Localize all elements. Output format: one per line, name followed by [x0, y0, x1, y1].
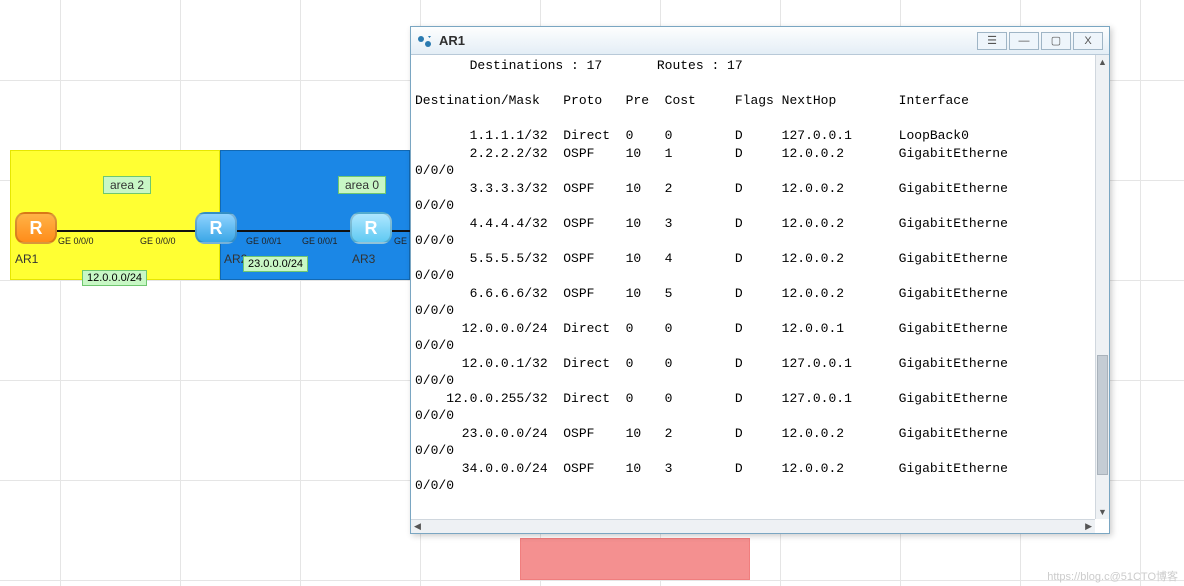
router-ar3[interactable]: R [350, 212, 392, 244]
port-ar2-right: GE 0/0/1 [246, 236, 282, 246]
area-2-label: area 2 [103, 176, 151, 194]
router-glyph: R [210, 218, 223, 239]
link-ar2-ar3 [230, 230, 360, 232]
terminal-output[interactable]: Destinations : 17 Routes : 17 Destinatio… [411, 55, 1095, 519]
port-ar1-right: GE 0/0/0 [58, 236, 94, 246]
area-0-label: area 0 [338, 176, 386, 194]
vertical-scrollbar[interactable]: ▲ ▼ [1095, 55, 1109, 519]
titlebar[interactable]: AR1 ☰ — ▢ X [411, 27, 1109, 55]
network-topology: area 2 area 0 R R R AR1 AR2 AR3 GE 0/0/0… [0, 150, 410, 300]
ar1-label: AR1 [15, 252, 38, 266]
link-ar1-ar2 [50, 230, 205, 232]
close-button[interactable]: X [1073, 32, 1103, 50]
port-ar3-left: GE 0/0/1 [302, 236, 338, 246]
horizontal-scrollbar[interactable]: ◀ ▶ [411, 519, 1095, 533]
subnet-23: 23.0.0.0/24 [243, 256, 308, 272]
port-ar2-left: GE 0/0/0 [140, 236, 176, 246]
window-buttons: ☰ — ▢ X [977, 32, 1103, 50]
subnet-12: 12.0.0.0/24 [82, 270, 147, 286]
router-ar1[interactable]: R [15, 212, 57, 244]
ar3-label: AR3 [352, 252, 375, 266]
router-glyph: R [30, 218, 43, 239]
menu-button[interactable]: ☰ [977, 32, 1007, 50]
window-title: AR1 [439, 33, 977, 48]
scroll-down-icon[interactable]: ▼ [1096, 505, 1109, 519]
terminal-window: AR1 ☰ — ▢ X Destinations : 17 Routes : 1… [410, 26, 1110, 534]
selection-box[interactable] [520, 538, 750, 580]
router-ar2[interactable]: R [195, 212, 237, 244]
port-ar3-right: GE [394, 236, 407, 246]
scroll-left-icon[interactable]: ◀ [414, 521, 421, 532]
minimize-button[interactable]: — [1009, 32, 1039, 50]
scroll-right-icon[interactable]: ▶ [1085, 521, 1092, 532]
scroll-thumb[interactable] [1097, 355, 1108, 475]
watermark: https://blog.c@51CTO博客 [1047, 568, 1178, 584]
router-glyph: R [365, 218, 378, 239]
maximize-button[interactable]: ▢ [1041, 32, 1071, 50]
link-ar3-right [390, 230, 410, 232]
scroll-up-icon[interactable]: ▲ [1096, 55, 1109, 69]
app-icon [417, 33, 433, 49]
